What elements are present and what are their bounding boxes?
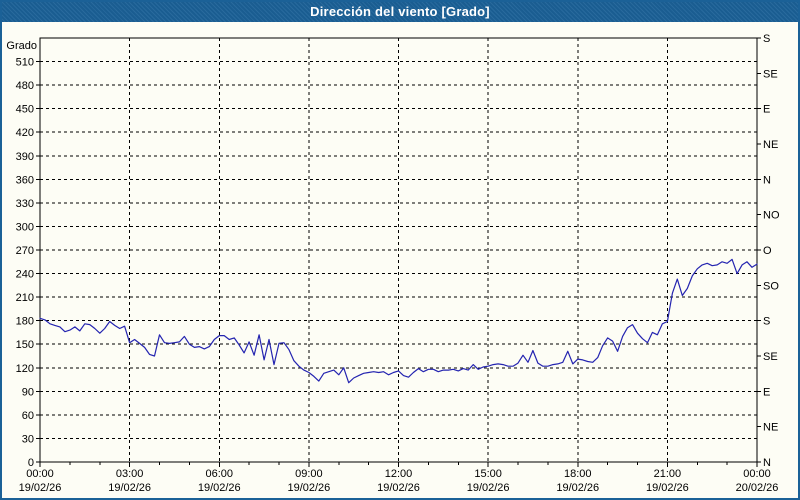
- compass-tick-label: SO: [763, 280, 779, 292]
- x-axis-date-label: 19/02/26: [377, 482, 420, 494]
- y-axis-tick-label: 300: [16, 221, 34, 233]
- y-axis-tick-label: 30: [22, 433, 34, 445]
- compass-tick-label: O: [763, 245, 772, 257]
- y-axis-tick-label: 60: [22, 410, 34, 422]
- window-title-bar[interactable]: Dirección del viento [Grado]: [0, 0, 800, 22]
- compass-tick-label: N: [763, 174, 771, 186]
- compass-tick-label: NO: [763, 210, 780, 222]
- wind-direction-chart: 0306090120150180210240270300330360390420…: [0, 0, 800, 500]
- x-axis-time-label: 18:00: [564, 468, 592, 480]
- y-axis-tick-label: 480: [16, 80, 34, 92]
- compass-tick-label: S: [763, 316, 770, 328]
- y-axis-tick-label: 180: [16, 316, 34, 328]
- compass-tick-label: SE: [763, 68, 778, 80]
- y-axis-tick-label: 210: [16, 292, 34, 304]
- x-axis-time-label: 21:00: [654, 468, 682, 480]
- y-axis-tick-label: 420: [16, 127, 34, 139]
- x-axis-time-label: 12:00: [385, 468, 413, 480]
- y-axis-unit-label: Grado: [6, 40, 37, 52]
- y-axis-tick-label: 360: [16, 174, 34, 186]
- x-axis-date-label: 19/02/26: [646, 482, 689, 494]
- y-axis-tick-label: 450: [16, 104, 34, 116]
- compass-tick-label: NE: [763, 139, 778, 151]
- x-axis-date-label: 19/02/26: [556, 482, 599, 494]
- y-axis-tick-label: 120: [16, 363, 34, 375]
- x-axis-time-label: 03:00: [116, 468, 144, 480]
- window-title: Dirección del viento [Grado]: [310, 4, 490, 19]
- y-axis-tick-label: 240: [16, 269, 34, 281]
- x-axis-time-label: 06:00: [205, 468, 233, 480]
- compass-tick-label: E: [763, 386, 770, 398]
- y-axis-tick-label: 150: [16, 339, 34, 351]
- x-axis-date-label: 19/02/26: [108, 482, 151, 494]
- y-axis-tick-label: 390: [16, 151, 34, 163]
- compass-tick-label: NE: [763, 422, 778, 434]
- y-axis-tick-label: 270: [16, 245, 34, 257]
- x-axis-date-label: 19/02/26: [19, 482, 62, 494]
- y-axis-tick-label: 90: [22, 386, 34, 398]
- x-axis-date-label: 20/02/26: [736, 482, 779, 494]
- y-axis-tick-label: 330: [16, 198, 34, 210]
- x-axis-date-label: 19/02/26: [287, 482, 330, 494]
- x-axis-time-label: 00:00: [26, 468, 54, 480]
- x-axis-date-label: 19/02/26: [198, 482, 241, 494]
- compass-tick-label: S: [763, 33, 770, 45]
- app-window: Dirección del viento [Grado] 03060901201…: [0, 0, 800, 500]
- y-axis-tick-label: 510: [16, 57, 34, 69]
- x-axis-time-label: 15:00: [474, 468, 502, 480]
- x-axis-date-label: 19/02/26: [467, 482, 510, 494]
- x-axis-time-label: 00:00: [743, 468, 771, 480]
- compass-tick-label: SE: [763, 351, 778, 363]
- compass-tick-label: E: [763, 104, 770, 116]
- x-axis-time-label: 09:00: [295, 468, 323, 480]
